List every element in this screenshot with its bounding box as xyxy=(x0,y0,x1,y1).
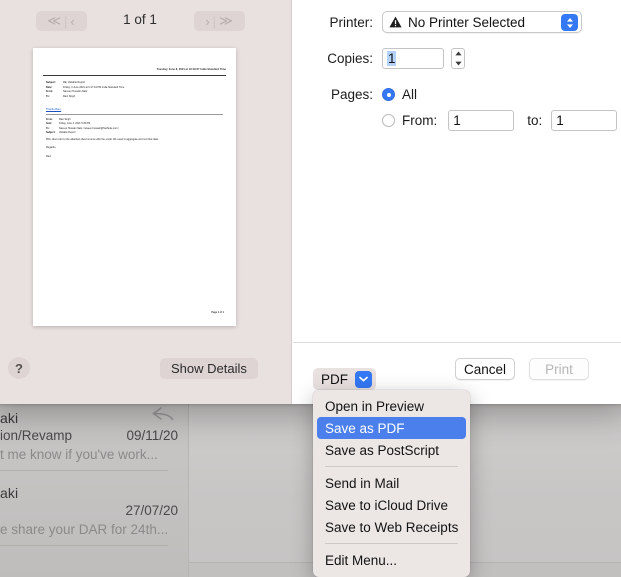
mail-snippet: e share your DAR for 24th... xyxy=(0,522,169,537)
pages-range-radio[interactable] xyxy=(382,114,395,127)
menu-item-save-as-pdf[interactable]: Save as PDF xyxy=(317,417,466,439)
mail-message-list[interactable]: aki ion/Revamp 09/11/20 t me know if you… xyxy=(0,404,188,577)
printer-value: No Printer Selected xyxy=(408,14,526,30)
pages-to-value: 1 xyxy=(556,113,564,128)
print-button[interactable]: Print xyxy=(529,358,589,380)
list-item[interactable]: aki 27/07/20 e share your DAR for 24th..… xyxy=(0,479,188,554)
menu-item-save-to-icloud-drive[interactable]: Save to iCloud Drive xyxy=(313,494,470,516)
document-body: PFA. Also refer to the attached sheet at… xyxy=(46,138,224,163)
sheet-divider xyxy=(293,342,621,343)
pdf-button[interactable]: PDF xyxy=(313,368,376,390)
document-greeting-link: Thanks Ravi, xyxy=(46,108,62,111)
help-button[interactable]: ? xyxy=(8,357,30,379)
pages-row-range: From: 1 to: 1 xyxy=(311,110,618,131)
pages-row-all: Pages: All xyxy=(311,87,417,102)
mail-subject: ion/Revamp xyxy=(0,428,73,443)
pages-from-value: 1 xyxy=(453,113,461,128)
printer-label: Printer: xyxy=(329,14,373,30)
pages-to-input[interactable]: 1 xyxy=(551,110,618,131)
print-options-pane: Printer: No Printer Selected Copies: 1 P… xyxy=(293,0,621,404)
pages-from-label: From: xyxy=(402,113,438,128)
menu-item-send-in-mail[interactable]: Send in Mail xyxy=(313,472,470,494)
menu-separator xyxy=(325,543,458,544)
menu-item-save-as-postscript[interactable]: Save as PostScript xyxy=(313,439,470,461)
body-paragraph: Ravi xyxy=(46,154,52,158)
pdf-dropdown-menu[interactable]: Open in Preview Save as PDF Save as Post… xyxy=(313,390,470,577)
copies-label: Copies: xyxy=(327,51,373,66)
body-paragraph: PFA. Also refer to the attached sheet at… xyxy=(46,138,159,141)
field-value: Ravi Singh xyxy=(63,94,76,98)
stepper-up-icon xyxy=(454,51,462,56)
double-chevron-right-icon: ≫ xyxy=(219,13,234,28)
menu-separator xyxy=(325,466,458,467)
field-key: To: xyxy=(46,94,50,98)
printer-select[interactable]: No Printer Selected xyxy=(382,11,582,33)
pages-label: Pages: xyxy=(330,87,373,102)
pager-divider: | xyxy=(212,13,218,29)
warning-triangle-icon xyxy=(389,16,402,28)
pages-all-radio[interactable] xyxy=(382,88,395,101)
next-and-last-page-buttons[interactable]: › | ≫ xyxy=(194,11,245,31)
preview-pager: ≪ | ‹ 1 of 1 › | ≫ xyxy=(0,2,292,36)
document-quote-rule xyxy=(46,114,223,115)
mail-sender: aki xyxy=(0,485,19,501)
pdf-button-label: PDF xyxy=(321,371,348,387)
copies-input[interactable]: 1 xyxy=(382,48,444,69)
field-key: Subject: xyxy=(46,130,56,134)
pages-to-label: to: xyxy=(527,113,543,128)
reply-icon xyxy=(152,406,174,426)
list-item[interactable]: aki ion/Revamp 09/11/20 t me know if you… xyxy=(0,404,188,479)
field-value: Variable Report xyxy=(59,130,76,134)
page-indicator: 1 of 1 xyxy=(123,12,157,27)
copies-stepper[interactable] xyxy=(451,48,465,69)
printer-row: Printer: No Printer Selected xyxy=(311,11,582,33)
list-divider xyxy=(0,470,168,471)
show-details-button[interactable]: Show Details xyxy=(160,358,258,379)
stepper-down-icon xyxy=(454,61,462,66)
cancel-button[interactable]: Cancel xyxy=(455,358,515,380)
document-header-fields: Subject: RE: Variable Report Date: Friday,… xyxy=(46,81,226,99)
print-dialog: ≪ | ‹ 1 of 1 › | ≫ Tuesday, June 8, 2021… xyxy=(0,0,621,404)
copies-value: 1 xyxy=(387,51,396,66)
menu-item-save-to-web-receipts[interactable]: Save to Web Receipts xyxy=(313,516,470,538)
chevron-down-icon[interactable] xyxy=(355,370,372,388)
copies-row: Copies: 1 xyxy=(311,48,465,69)
body-paragraph: Regards, xyxy=(46,146,57,150)
chevron-up-down-icon[interactable] xyxy=(561,14,578,31)
menu-item-edit-menu[interactable]: Edit Menu... xyxy=(313,549,470,571)
pages-all-label: All xyxy=(402,87,418,102)
chevron-right-icon: › xyxy=(205,13,211,29)
document-page-thumbnail[interactable]: Tuesday, June 8, 2021 at 18:18:37 India … xyxy=(33,48,236,326)
menu-item-open-in-preview[interactable]: Open in Preview xyxy=(313,395,470,417)
document-header-rule xyxy=(43,75,226,76)
list-divider xyxy=(0,545,168,546)
print-preview-pane: ≪ | ‹ 1 of 1 › | ≫ Tuesday, June 8, 2021… xyxy=(0,0,292,404)
mail-date: 27/07/20 xyxy=(125,503,178,518)
document-quoted-fields: From: Ravi Singh Sent: Friday, June 4, 202… xyxy=(46,118,226,135)
mail-date: 09/11/20 xyxy=(126,428,178,443)
mail-snippet: t me know if you've work... xyxy=(0,447,158,462)
pages-from-input[interactable]: 1 xyxy=(448,110,515,131)
document-datestamp: Tuesday, June 8, 2021 at 18:18:37 India … xyxy=(156,68,226,71)
document-page-number: Page 1 of 1 xyxy=(211,311,224,314)
